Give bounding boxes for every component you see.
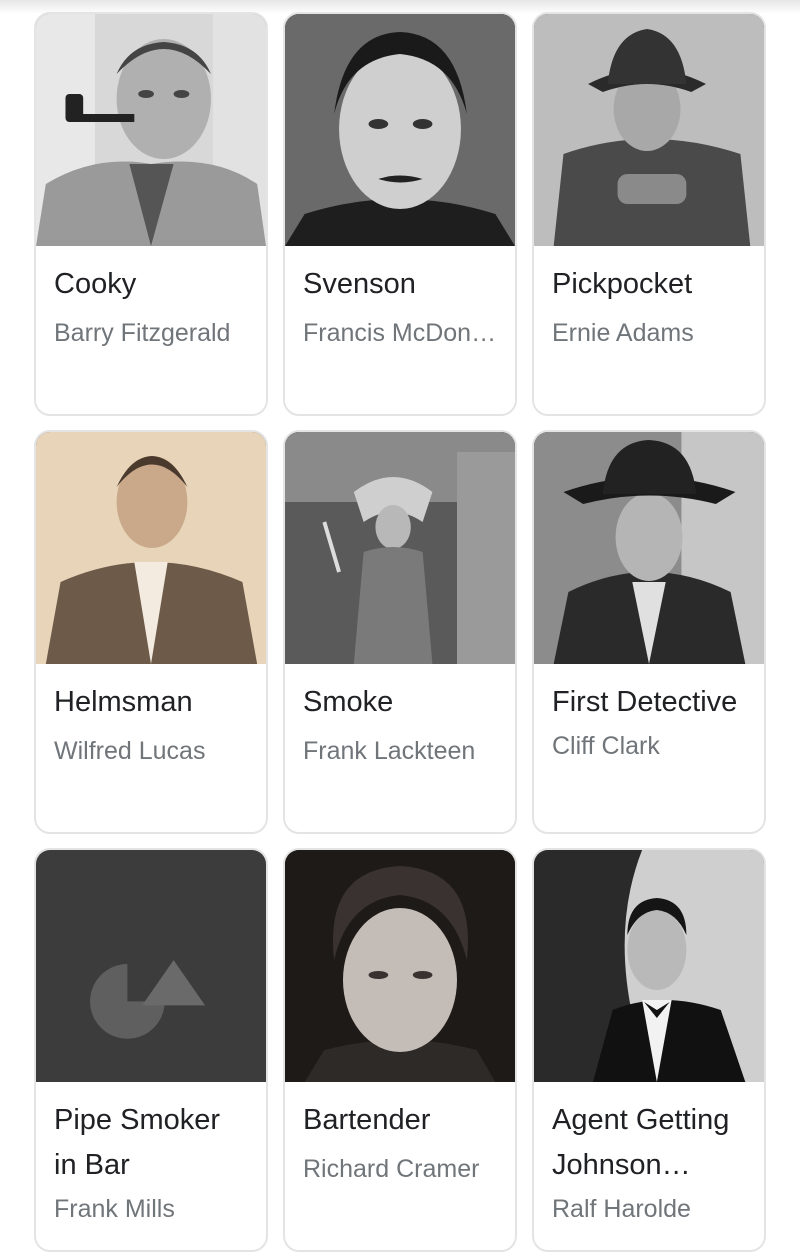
actor-name: Francis McDon…	[303, 319, 497, 347]
actor-name: Frank Mills	[54, 1195, 175, 1223]
actor-name: Barry Fitzgerald	[54, 319, 231, 347]
role-name: Smoke	[303, 686, 394, 718]
role-name: Helmsman	[54, 686, 193, 718]
man-with-pipe-photo	[36, 14, 266, 246]
actor-name: Wilfred Lucas	[54, 737, 206, 765]
role-name: Svenson	[303, 268, 416, 300]
actor-name: Ernie Adams	[552, 319, 694, 347]
cast-card-svenson[interactable]: Svenson Francis McDon…	[283, 12, 517, 416]
role-name: Pickpocket	[552, 268, 693, 300]
cast-card-helmsman[interactable]: Helmsman Wilfred Lucas	[34, 430, 268, 834]
actor-name: Ralf Harolde	[552, 1195, 691, 1223]
tribal-costume-photo	[285, 432, 515, 664]
man-in-fedora-photo	[534, 14, 764, 246]
actor-name: Cliff Clark	[552, 732, 660, 760]
man-with-mustache-photo	[285, 14, 515, 246]
actor-name: Richard Cramer	[303, 1155, 480, 1183]
man-in-tuxedo-photo	[534, 850, 764, 1082]
image-placeholder	[36, 850, 266, 1082]
cast-card-bartender[interactable]: Bartender Richard Cramer	[283, 848, 517, 1252]
role-name: Pipe Smoker in Bar	[54, 1104, 221, 1181]
sepia-portrait-photo	[36, 432, 266, 664]
actor-name: Frank Lackteen	[303, 737, 476, 765]
role-name: First Detective	[552, 686, 738, 718]
cast-card-cooky[interactable]: Cooky Barry Fitzgerald	[34, 12, 268, 416]
role-name: Cooky	[54, 268, 137, 300]
role-name: Agent Getting Johnson…	[552, 1104, 730, 1181]
cast-card-pickpocket[interactable]: Pickpocket Ernie Adams	[532, 12, 766, 416]
cast-card-pipe-smoker[interactable]: Pipe Smoker in Bar Frank Mills	[34, 848, 268, 1252]
role-name: Bartender	[303, 1104, 431, 1136]
cast-card-first-detective[interactable]: First Detective Cliff Clark	[532, 430, 766, 834]
cast-card-agent[interactable]: Agent Getting Johnson… Ralf Harolde	[532, 848, 766, 1252]
detective-in-hat-photo	[534, 432, 764, 664]
cast-card-smoke[interactable]: Smoke Frank Lackteen	[283, 430, 517, 834]
image-placeholder-icon	[90, 960, 206, 1039]
stern-man-photo	[285, 850, 515, 1082]
cast-grid: Cooky Barry Fitzgerald Svenson Francis M…	[34, 12, 766, 1252]
